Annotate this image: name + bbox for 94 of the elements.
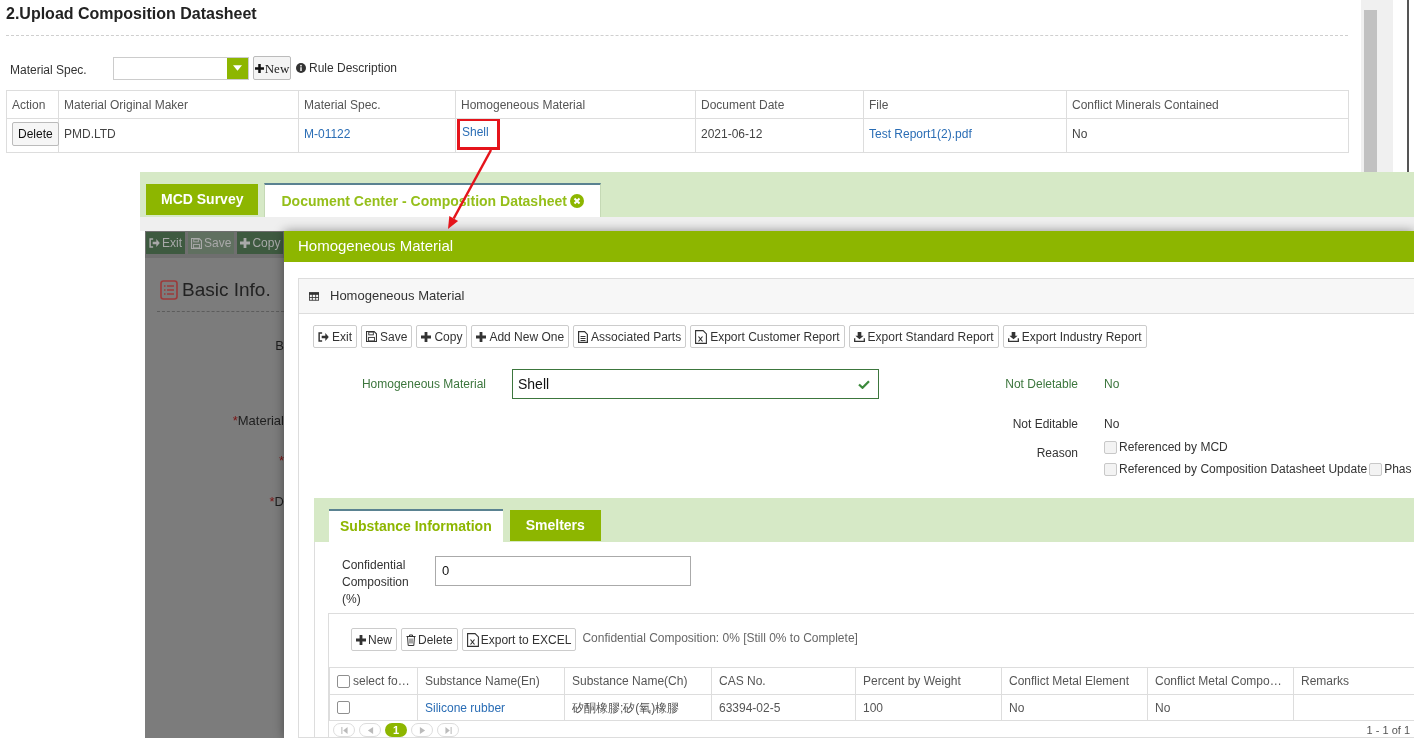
column-header: Conflict Metal Element: [1001, 667, 1148, 695]
column-header: Remarks: [1293, 667, 1414, 695]
pager-button[interactable]: [411, 723, 433, 737]
first-page-icon: [340, 726, 348, 734]
field-label: *Material: [232, 413, 284, 429]
section-title: Basic Info.: [182, 280, 271, 300]
column-header: Homogeneous Material: [455, 90, 696, 119]
dropdown-field[interactable]: [113, 56, 249, 80]
document-x-icon: [695, 329, 708, 344]
plus-icon: [356, 634, 366, 645]
field-label: Homogeneous Material: [360, 376, 486, 393]
toolbar-button[interactable]: Associated Parts: [573, 325, 687, 348]
document-x-icon: [466, 632, 479, 647]
table-link[interactable]: M-01122: [304, 127, 351, 141]
trash-icon: [406, 633, 416, 646]
toolbar-button[interactable]: Export Customer Report: [690, 325, 845, 348]
new-button[interactable]: New: [253, 56, 291, 80]
cell-text: PMD.LTD: [64, 127, 116, 141]
field-label: Not Deletable: [1004, 376, 1078, 393]
next-page-icon: [418, 726, 426, 734]
column-header: Material Original Maker: [58, 90, 299, 119]
checkbox-label: Phas: [1384, 461, 1412, 478]
plus-icon: [476, 331, 487, 342]
toolbar-button[interactable]: New: [351, 628, 397, 651]
text-field[interactable]: Shell: [512, 369, 879, 399]
plus-icon: [254, 63, 264, 73]
table-cell: 100: [855, 694, 1002, 721]
section-title: 2.Upload Composition Datasheet: [6, 5, 258, 23]
row-button[interactable]: Delete: [12, 122, 59, 146]
column-header: Substance Name(En): [417, 667, 565, 695]
checkbox[interactable]: [337, 701, 350, 714]
exit-icon: [318, 331, 329, 342]
toolbar-button[interactable]: Export Industry Report: [1002, 325, 1147, 348]
table-cell: No: [1147, 694, 1294, 721]
scrollbar-thumb[interactable]: [1364, 10, 1377, 172]
field-value: No: [1104, 376, 1121, 393]
caret-icon: [233, 65, 242, 71]
field-label: Material Spec.: [10, 62, 88, 79]
previous-page-icon: [366, 726, 374, 734]
column-header: Document Date: [695, 90, 864, 119]
summary-text: Confidential Composition: 0% [Still 0% to Complete]: [582, 630, 858, 647]
plus-icon: [240, 238, 251, 248]
toolbar-button[interactable]: Copy: [416, 325, 468, 348]
toolbar-button[interactable]: Export to EXCEL: [461, 628, 577, 651]
exit-icon: [149, 238, 160, 248]
dropdown-button[interactable]: [227, 57, 248, 79]
field-label: *D: [269, 494, 284, 510]
check-icon: [858, 379, 870, 389]
toolbar-button[interactable]: Delete: [401, 628, 458, 651]
pager-button[interactable]: [437, 723, 459, 737]
field-label: Confidential Composition (%): [342, 557, 410, 608]
column-header: Percent by Weight: [855, 667, 1002, 695]
pager-summary: 1 - 1 of 1: [1366, 723, 1410, 737]
pager-button[interactable]: [333, 723, 355, 737]
field-label: *: [278, 453, 284, 469]
table-cell: No: [1001, 694, 1148, 721]
list-icon: [160, 280, 178, 300]
scrollbar[interactable]: [1361, 0, 1393, 172]
toolbar-button[interactable]: Save: [361, 325, 413, 348]
column-header: select fo…: [353, 673, 410, 690]
column-header: Material Spec.: [298, 90, 456, 119]
toolbar-button[interactable]: Exit: [313, 325, 357, 348]
field-label: Not Editable: [1011, 416, 1078, 433]
pager-button[interactable]: [359, 723, 381, 737]
download-icon: [853, 331, 865, 342]
panel-title: Homogeneous Material: [330, 287, 465, 306]
column-header: Action: [6, 90, 59, 119]
checkbox-label: Referenced by MCD: [1119, 439, 1228, 456]
toolbar-button[interactable]: Add New One: [471, 325, 570, 348]
field-value: No: [1104, 416, 1121, 433]
column-header: Conflict Metal Compo…: [1147, 667, 1294, 695]
column-header: File: [863, 90, 1067, 119]
table-cell: 63394-02-5: [711, 694, 856, 721]
column-header: CAS No.: [711, 667, 856, 695]
info-icon: [296, 63, 306, 73]
cell-text: No: [1072, 127, 1088, 141]
field-label: Reason: [1035, 445, 1078, 462]
table-cell: 矽酮橡膠;矽(氧)橡膠: [564, 694, 712, 721]
document-icon: [578, 330, 589, 343]
toolbar-button[interactable]: Export Standard Report: [848, 325, 999, 348]
column-header: Substance Name(Ch): [564, 667, 712, 695]
table-icon: [309, 291, 319, 301]
rule-description-link[interactable]: Rule Description: [309, 59, 398, 77]
checkbox-label: Referenced by Composition Datasheet Update: [1119, 461, 1368, 478]
last-page-icon: [444, 726, 452, 734]
plus-icon: [421, 331, 432, 342]
checkbox[interactable]: [337, 674, 350, 688]
download-icon: [1007, 331, 1019, 342]
table-link[interactable]: Shell: [462, 125, 489, 139]
column-header: Conflict Minerals Contained: [1066, 90, 1349, 119]
cell-text: 2021-06-12: [701, 127, 763, 141]
dialog-title: Homogeneous Material: [298, 236, 454, 257]
text-field[interactable]: 0: [435, 556, 691, 586]
field-label: B: [275, 338, 284, 354]
